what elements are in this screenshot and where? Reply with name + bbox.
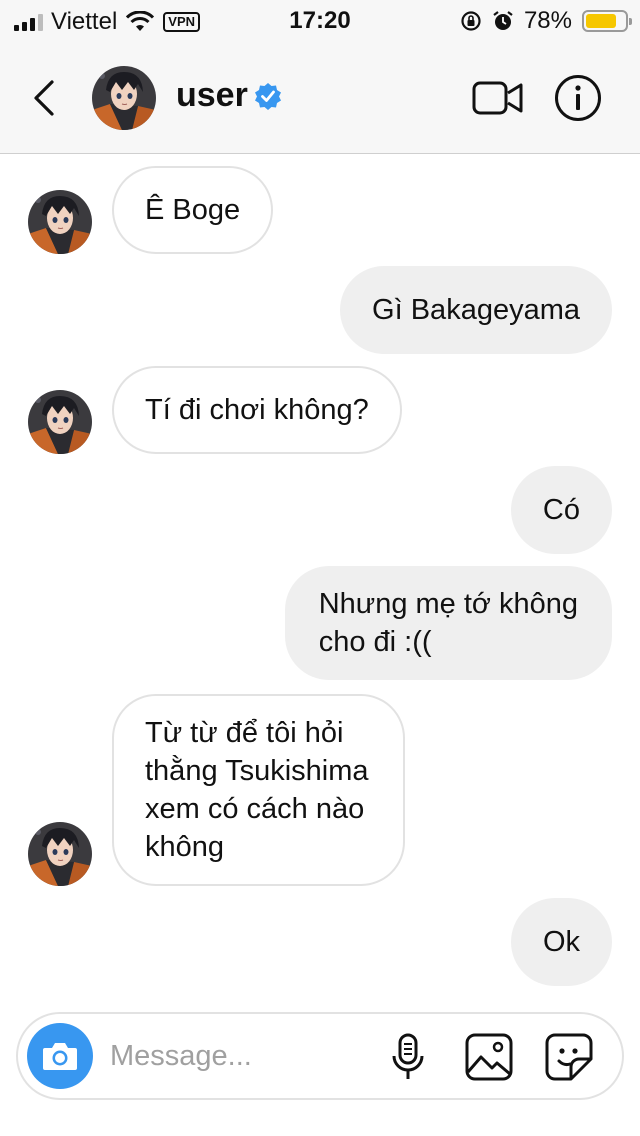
info-icon[interactable] <box>554 74 602 122</box>
camera-icon <box>43 1043 77 1070</box>
sticker-icon[interactable] <box>544 1032 594 1082</box>
message-line: cho đi :(( <box>318 626 432 658</box>
outgoing-message[interactable]: Gì Bakageyama <box>340 266 612 354</box>
microphone-icon[interactable] <box>388 1032 428 1082</box>
orientation-lock-icon <box>461 11 481 31</box>
photo-gallery-icon[interactable] <box>464 1032 514 1082</box>
verified-badge-icon <box>255 83 281 110</box>
message-line: thằng Tsukishima <box>145 755 369 787</box>
battery-icon <box>582 10 632 32</box>
incoming-message[interactable]: Tí đi chơi không? <box>112 366 402 454</box>
message-composer <box>16 1012 624 1100</box>
outgoing-message[interactable]: Nhưng mẹ tớ không cho đi :(( <box>284 566 612 680</box>
status-right: 78% <box>460 7 632 35</box>
back-chevron-icon[interactable] <box>28 76 60 120</box>
message-line: không <box>145 831 225 863</box>
chat-header: user <box>0 42 640 154</box>
chat-username[interactable]: user <box>176 76 248 115</box>
message-input[interactable] <box>110 1036 370 1076</box>
outgoing-message[interactable]: Ok <box>510 898 612 986</box>
message-line: Từ từ để tôi hỏi <box>145 717 344 749</box>
battery-level <box>586 14 616 28</box>
battery-percent: 78% <box>523 7 572 34</box>
status-bar: Viettel VPN 17:20 78% <box>0 0 640 42</box>
sender-avatar[interactable] <box>28 190 92 254</box>
message-line: xem có cách nào <box>145 793 365 825</box>
incoming-message[interactable]: Từ từ để tôi hỏi thằng Tsukishima xem có… <box>112 694 405 886</box>
camera-button[interactable] <box>27 1023 93 1089</box>
outgoing-message[interactable]: Có <box>510 466 612 554</box>
incoming-message[interactable]: Ê Boge <box>112 166 274 254</box>
sender-avatar[interactable] <box>28 822 92 886</box>
alarm-icon <box>493 11 513 30</box>
header-avatar[interactable] <box>92 66 156 130</box>
video-camera-icon[interactable] <box>472 78 524 118</box>
message-line: Nhưng mẹ tớ không <box>318 588 578 620</box>
sender-avatar[interactable] <box>28 390 92 454</box>
